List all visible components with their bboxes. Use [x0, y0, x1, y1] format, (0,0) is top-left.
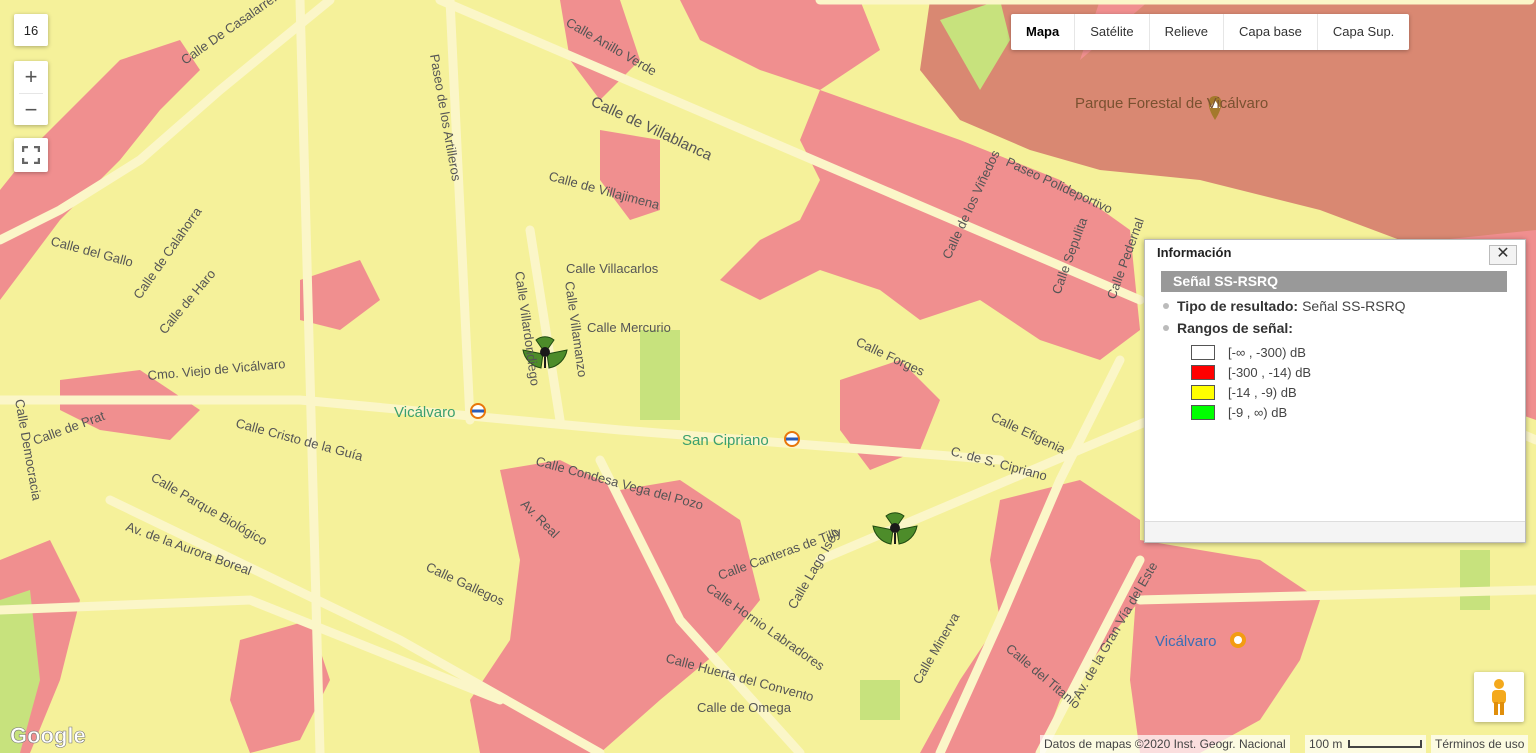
legend-item: [-9 , ∞) dB [1191, 402, 1525, 422]
ranges-label: Rangos de señal: [1177, 320, 1293, 336]
metro-icon[interactable] [784, 431, 800, 447]
map-type-terrain[interactable]: Relieve [1150, 14, 1224, 50]
map-attribution: Datos de mapas ©2020 Inst. Geogr. Nacion… [1040, 735, 1290, 753]
scale-bar[interactable]: 100 m [1305, 735, 1427, 753]
close-button[interactable]: ✕ [1489, 245, 1517, 265]
result-type-label: Tipo de resultado: [1177, 298, 1299, 314]
poi-label-metro: San Cipriano [682, 432, 769, 449]
legend-range: [-∞ , -300) dB [1228, 344, 1306, 360]
section-title: Señal SS-RSRQ [1161, 271, 1507, 292]
train-station-icon[interactable] [1230, 632, 1246, 648]
legend-item: [-14 , -9) dB [1191, 382, 1525, 402]
ranges-row: Rangos de señal: [1163, 320, 1525, 336]
legend-item: [-300 , -14) dB [1191, 362, 1525, 382]
result-type-value: Señal SS-RSRQ [1302, 298, 1406, 314]
close-icon: ✕ [1496, 245, 1510, 262]
scale-line [1348, 740, 1423, 748]
bullet-icon [1163, 303, 1169, 309]
map-type-satellite[interactable]: Satélite [1075, 14, 1150, 50]
fullscreen-button[interactable] [14, 138, 48, 172]
legend-swatch-red [1191, 364, 1215, 380]
poi-label-park: Parque Forestal de Vicálvaro [1075, 95, 1268, 112]
street-label: Calle Villacarlos [566, 261, 659, 276]
poi-label-metro: Vicálvaro [394, 404, 455, 421]
street-label: Calle de Omega [697, 700, 792, 715]
map-type-top-layer[interactable]: Capa Sup. [1318, 14, 1409, 50]
map-type-selector: Mapa Satélite Relieve Capa base Capa Sup… [1011, 14, 1410, 50]
result-type-row: Tipo de resultado: Señal SS-RSRQ [1163, 298, 1525, 314]
info-window-header[interactable]: Información ✕ [1145, 240, 1525, 266]
legend-swatch-green [1191, 404, 1215, 420]
signal-legend: [-∞ , -300) dB [-300 , -14) dB [-14 , -9… [1191, 342, 1525, 422]
fullscreen-icon [22, 146, 40, 164]
metro-icon[interactable] [470, 403, 486, 419]
info-window: Información ✕ Señal SS-RSRQ Tipo de resu… [1144, 239, 1526, 543]
resize-handle[interactable] [1145, 521, 1525, 542]
legend-range: [-300 , -14) dB [1228, 364, 1312, 380]
bullet-icon [1163, 325, 1169, 331]
scale-label: 100 m [1309, 737, 1343, 751]
map-type-base-layer[interactable]: Capa base [1224, 14, 1318, 50]
zoom-level-display: 16 [14, 14, 48, 46]
google-logo: Google [10, 723, 86, 748]
legend-range: [-14 , -9) dB [1228, 384, 1297, 400]
pegman-icon [1492, 679, 1506, 715]
map-type-mapa[interactable]: Mapa [1011, 14, 1076, 50]
legend-item: [-∞ , -300) dB [1191, 342, 1525, 362]
street-label: Calle Mercurio [587, 320, 671, 335]
legend-range: [-9 , ∞) dB [1228, 404, 1288, 420]
terms-link[interactable]: Términos de uso [1431, 735, 1529, 753]
zoom-out-button[interactable]: − [14, 94, 48, 126]
legend-swatch-yellow [1191, 384, 1215, 400]
legend-swatch-white [1191, 344, 1215, 360]
street-view-button[interactable] [1474, 672, 1524, 722]
zoom-control: + − [14, 61, 48, 125]
zoom-in-button[interactable]: + [14, 61, 48, 93]
poi-label-station: Vicálvaro [1155, 633, 1216, 650]
info-window-title: Información [1157, 245, 1232, 260]
